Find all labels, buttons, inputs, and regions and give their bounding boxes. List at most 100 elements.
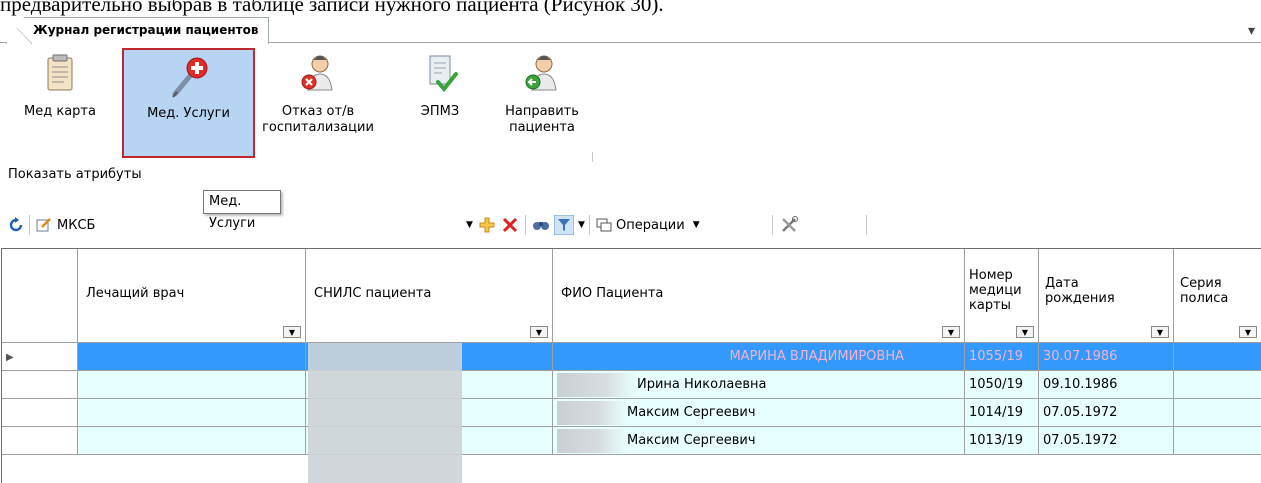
chevron-down-icon[interactable]: ▼ bbox=[942, 326, 960, 338]
cell-medcard[interactable]: 1014/19 bbox=[965, 399, 1039, 427]
table-row[interactable]: Максим Сергеевич 1013/19 07.05.1972 bbox=[2, 427, 1261, 455]
tab-title: Журнал регистрации пациентов bbox=[33, 23, 259, 37]
column-title-line3: карты bbox=[969, 298, 1011, 313]
show-attributes-link[interactable]: Показать атрибуты bbox=[8, 167, 142, 182]
cell-medcard[interactable]: 1013/19 bbox=[965, 427, 1039, 455]
row-indicator: ▶ bbox=[2, 343, 78, 371]
cell-policy[interactable] bbox=[1174, 399, 1261, 427]
column-title-line2: медици bbox=[969, 283, 1022, 298]
doctor-refer-icon bbox=[520, 52, 564, 98]
ribbon-separator bbox=[592, 152, 593, 162]
add-icon[interactable] bbox=[478, 214, 496, 236]
refer-label-line2: пациента bbox=[509, 120, 575, 135]
cell-doctor[interactable] bbox=[78, 399, 306, 427]
refuse-hospitalization-button[interactable]: Отказ от/в госпитализации bbox=[262, 48, 374, 158]
chevron-down-icon[interactable]: ▼ bbox=[1239, 326, 1257, 338]
find-icon[interactable] bbox=[532, 214, 550, 236]
delete-icon[interactable] bbox=[502, 214, 518, 236]
cell-birth[interactable]: 09.10.1986 bbox=[1039, 371, 1174, 399]
syringe-icon bbox=[167, 54, 211, 100]
chevron-down-icon[interactable]: ▼ bbox=[530, 326, 548, 338]
refuse-label-line1: Отказ от/в bbox=[281, 104, 355, 119]
patients-grid: Лечащий врач ▼ СНИЛС пациента ▼ ФИО Паци… bbox=[1, 248, 1261, 483]
toolbar-separator bbox=[866, 215, 867, 235]
edit-filter-icon[interactable] bbox=[36, 214, 52, 236]
column-title-line2: полиса bbox=[1180, 291, 1229, 306]
column-title-line1: Номер bbox=[969, 268, 1013, 283]
toolbar-separator bbox=[525, 215, 526, 235]
chevron-down-icon[interactable]: ▼ bbox=[1016, 326, 1034, 338]
close-icon[interactable]: ▾ bbox=[1248, 23, 1255, 39]
column-title: ФИО Пациента bbox=[561, 286, 664, 301]
operations-label: Операции bbox=[616, 217, 685, 233]
epmz-button[interactable]: ЭПМЗ bbox=[416, 48, 464, 158]
grid-toolbar: МКСБ ▼ ▼ Операции ▼ bbox=[0, 212, 1261, 238]
column-title: Лечащий врач bbox=[86, 286, 185, 301]
tools-icon[interactable] bbox=[780, 214, 798, 236]
redacted-surname bbox=[557, 401, 627, 425]
cell-doctor[interactable] bbox=[78, 343, 306, 371]
table-row[interactable]: Максим Сергеевич 1014/19 07.05.1972 bbox=[2, 399, 1261, 427]
redacted-surname bbox=[557, 373, 637, 397]
filter-value: МКСБ bbox=[57, 217, 96, 233]
medcard-label: Мед карта bbox=[24, 104, 96, 119]
document-text: предварительно выбрав в таблице записи н… bbox=[0, 0, 664, 16]
toolbar-separator bbox=[589, 215, 590, 235]
column-title-line1: Дата bbox=[1045, 276, 1079, 291]
medcard-icon bbox=[38, 52, 82, 98]
tab-strip: Журнал регистрации пациентов ▾ bbox=[0, 13, 1261, 44]
column-header-medcard[interactable]: Номер медици карты ▼ bbox=[965, 249, 1039, 343]
windows-icon bbox=[596, 218, 612, 232]
row-indicator bbox=[2, 427, 78, 455]
ribbon: Мед карта Мед. Услуги Отказ от/в госпита… bbox=[0, 44, 1261, 162]
cell-policy[interactable] bbox=[1174, 427, 1261, 455]
column-header-fio[interactable]: ФИО Пациента ▼ bbox=[553, 249, 965, 343]
column-header-policy[interactable]: Серия полиса ▼ bbox=[1174, 249, 1261, 343]
filter-combobox[interactable]: МКСБ bbox=[57, 214, 457, 236]
row-indicator-header bbox=[2, 249, 78, 343]
cell-policy[interactable] bbox=[1174, 343, 1261, 371]
cell-doctor[interactable] bbox=[78, 371, 306, 399]
document-check-icon bbox=[418, 52, 462, 98]
refer-label-line1: Направить bbox=[505, 104, 579, 119]
med-services-button[interactable]: Мед. Услуги bbox=[122, 48, 255, 158]
chevron-down-icon[interactable]: ▼ bbox=[578, 214, 585, 236]
cell-birth[interactable]: 07.05.1972 bbox=[1039, 399, 1174, 427]
chevron-down-icon: ▼ bbox=[692, 220, 700, 230]
refresh-icon[interactable] bbox=[8, 214, 24, 236]
row-indicator bbox=[2, 371, 78, 399]
column-title-line2: рождения bbox=[1045, 291, 1115, 306]
toolbar-separator bbox=[29, 215, 30, 235]
chevron-down-icon[interactable]: ▼ bbox=[1151, 326, 1169, 338]
cell-birth[interactable]: 30.07.1986 bbox=[1039, 343, 1174, 371]
med-services-label: Мед. Услуги bbox=[147, 106, 230, 121]
cell-medcard[interactable]: 1050/19 bbox=[965, 371, 1039, 399]
cell-policy[interactable] bbox=[1174, 371, 1261, 399]
column-header-birth[interactable]: Дата рождения ▼ bbox=[1039, 249, 1174, 343]
tooltip: Мед. Услуги bbox=[203, 190, 281, 231]
caret-right-icon: ▶ bbox=[6, 352, 14, 363]
column-header-snils[interactable]: СНИЛС пациента ▼ bbox=[306, 249, 553, 343]
row-indicator bbox=[2, 399, 78, 427]
cell-fio[interactable]: МАРИНА ВЛАДИМИРОВНА bbox=[553, 343, 965, 371]
epmz-label: ЭПМЗ bbox=[420, 104, 460, 119]
column-title-line1: Серия bbox=[1180, 276, 1222, 291]
cell-birth[interactable]: 07.05.1972 bbox=[1039, 427, 1174, 455]
refer-patient-button[interactable]: Направить пациента bbox=[494, 48, 590, 158]
redacted-surname bbox=[557, 429, 627, 453]
tab-patient-journal[interactable]: Журнал регистрации пациентов bbox=[6, 17, 270, 44]
operations-button[interactable]: Операции ▼ bbox=[596, 214, 700, 236]
cell-medcard[interactable]: 1055/19 bbox=[965, 343, 1039, 371]
chevron-down-icon[interactable]: ▼ bbox=[466, 214, 473, 236]
column-title: СНИЛС пациента bbox=[314, 286, 432, 301]
toolbar-separator bbox=[772, 215, 773, 235]
column-header-doctor[interactable]: Лечащий врач ▼ bbox=[78, 249, 306, 343]
table-row[interactable]: ▶ МАРИНА ВЛАДИМИРОВНА 1055/19 30.07.1986 bbox=[2, 343, 1261, 371]
medcard-button[interactable]: Мед карта bbox=[4, 48, 116, 158]
redacted-snils bbox=[308, 343, 462, 483]
cell-doctor[interactable] bbox=[78, 427, 306, 455]
refuse-label-line2: госпитализации bbox=[262, 120, 374, 135]
filter-icon[interactable] bbox=[554, 214, 574, 236]
doctor-cancel-icon bbox=[296, 52, 340, 98]
chevron-down-icon[interactable]: ▼ bbox=[283, 326, 301, 338]
